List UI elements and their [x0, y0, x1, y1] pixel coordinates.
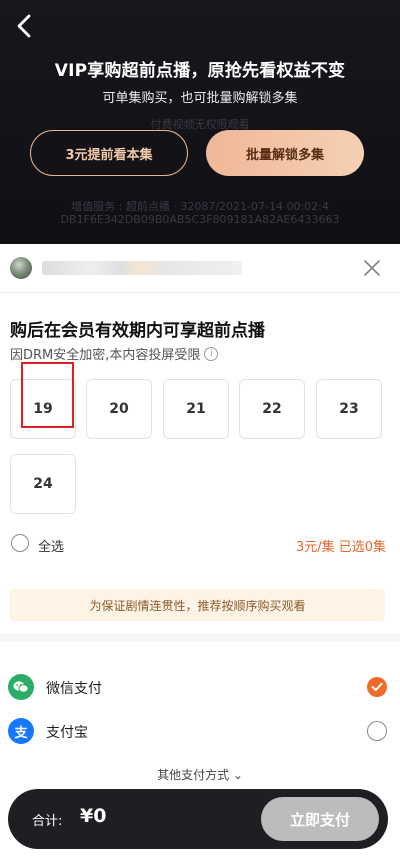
back-arrow-icon[interactable] — [12, 12, 36, 40]
promo-title: VIP享购超前点播，原抢先看权益不变 — [54, 61, 346, 81]
price-info: 3元/集 已选0集 — [295, 540, 386, 555]
faded-watermark-text: DB1F6E342DB09B0AB5C3F809181A82AE6433663 — [60, 213, 340, 226]
episode-button[interactable]: 22 — [239, 379, 305, 439]
radio-selected-icon[interactable] — [367, 677, 387, 697]
promo-header: VIP享购超前点播，原抢先看权益不变 可单集购买，也可批量购解锁多集 付费视频无… — [0, 0, 400, 244]
buy-single-episode-button[interactable]: 3元提前看本集 — [30, 130, 188, 176]
drm-note-text: 因DRM安全加密,本内容投屏受限 — [10, 348, 201, 363]
divider — [0, 634, 400, 642]
promo-subtitle: 可单集购买，也可批量购解锁多集 — [102, 91, 298, 106]
faded-watermark-text: 增值服务 : 超前点播 · 32087/2021-07-14 00:02:4 — [71, 200, 329, 213]
user-bar — [0, 244, 400, 293]
select-all-radio[interactable] — [11, 534, 29, 552]
drm-note: 因DRM安全加密,本内容投屏受限 i — [10, 344, 219, 363]
close-icon[interactable] — [362, 258, 382, 278]
avatar — [10, 257, 32, 279]
pay-now-button[interactable]: 立即支付 — [261, 797, 379, 841]
section-title: 购后在会员有效期内可享超前点播 — [10, 321, 265, 341]
payment-option-wechat[interactable]: 微信支付 — [0, 667, 400, 707]
payment-label: 支付宝 — [46, 725, 88, 741]
order-tip: 为保证剧情连贯性，推荐按顺序购买观看 — [10, 589, 385, 621]
radio-unselected-icon[interactable] — [367, 721, 387, 741]
alipay-icon: 支 — [8, 718, 34, 744]
episode-button[interactable]: 23 — [316, 379, 382, 439]
other-payment-link[interactable]: 其他支付方式 ⌄ — [0, 766, 400, 783]
checkout-bar: 合计: ¥0 立即支付 — [8, 789, 388, 849]
payment-label: 微信支付 — [46, 681, 102, 697]
batch-unlock-button[interactable]: 批量解锁多集 — [206, 130, 364, 176]
red-highlight-annotation — [21, 362, 74, 428]
episode-button[interactable]: 20 — [86, 379, 152, 439]
wechat-pay-icon — [8, 674, 34, 700]
info-icon[interactable]: i — [204, 346, 219, 361]
select-all-label[interactable]: 全选 — [38, 536, 64, 555]
blurred-username — [42, 261, 242, 275]
episode-button[interactable]: 21 — [163, 379, 229, 439]
total-label: 合计: — [32, 814, 63, 829]
episode-button[interactable]: 24 — [10, 454, 76, 514]
payment-option-alipay[interactable]: 支 支付宝 — [0, 711, 400, 751]
total-amount: ¥0 — [80, 805, 107, 827]
